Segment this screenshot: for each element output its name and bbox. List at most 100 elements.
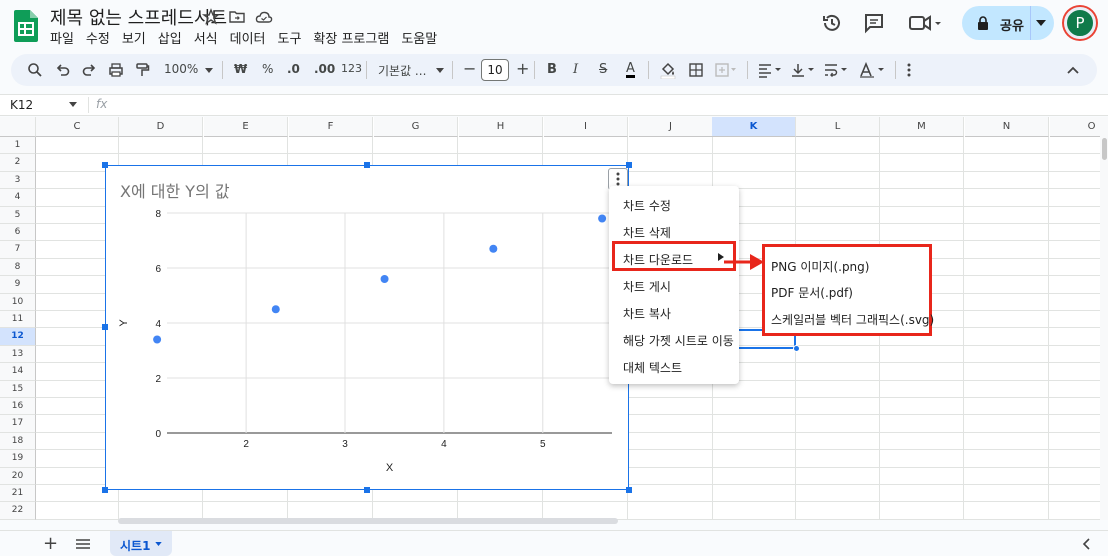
column-header-C[interactable]: C [36,117,119,137]
row-header-3[interactable]: 3 [0,171,36,190]
row-header-19[interactable]: 19 [0,450,36,468]
move-folder-icon[interactable] [227,7,247,27]
menu-format[interactable]: 서식 [194,28,218,47]
fill-handle[interactable] [793,345,800,352]
row-header-20[interactable]: 20 [0,467,36,485]
menu-item-publish-chart[interactable]: 차트 게시 [623,278,671,295]
text-wrapping-icon[interactable] [823,62,849,78]
row-header-1[interactable]: 1 [0,137,36,155]
vertical-scrollbar[interactable] [1100,117,1108,520]
undo-icon[interactable] [55,62,71,78]
merge-cells-icon[interactable] [714,62,738,78]
share-dropdown-icon[interactable] [1036,20,1046,26]
menu-help[interactable]: 도움말 [401,28,437,47]
bold-button[interactable]: B [547,62,557,77]
name-box[interactable]: K12 [10,98,33,112]
version-history-icon[interactable] [820,11,844,35]
row-header-2[interactable]: 2 [0,154,36,172]
sheets-logo-icon[interactable] [14,10,38,42]
row-header-12[interactable]: 12 [0,328,36,346]
fill-color-icon[interactable] [659,61,677,79]
column-header-N[interactable]: N [965,117,1049,137]
font-dropdown-icon[interactable] [436,68,444,73]
download-pdf[interactable]: PDF 문서(.pdf) [771,284,853,301]
zoom-select[interactable]: 100% [164,62,198,76]
row-header-13[interactable]: 13 [0,345,36,364]
row-header-9[interactable]: 9 [0,276,36,294]
menu-edit[interactable]: 수정 [86,28,110,47]
row-header-21[interactable]: 21 [0,485,36,503]
menu-item-copy-chart[interactable]: 차트 복사 [623,305,671,322]
row-header-5[interactable]: 5 [0,206,36,224]
column-header-O[interactable]: O [1050,117,1100,137]
download-png[interactable]: PNG 이미지(.png) [771,258,869,275]
row-header-17[interactable]: 17 [0,415,36,433]
row-header-18[interactable]: 18 [0,432,36,451]
name-box-dropdown-icon[interactable] [69,102,77,107]
column-header-I[interactable]: I [544,117,628,137]
menu-extensions[interactable]: 확장 프로그램 [313,28,389,47]
menu-item-edit-chart[interactable]: 차트 수정 [623,197,671,214]
row-header-22[interactable]: 22 [0,502,36,520]
font-size-increase-button[interactable]: + [516,59,529,78]
add-sheet-button[interactable]: + [43,533,58,554]
vertical-align-icon[interactable] [790,62,816,78]
user-avatar[interactable]: P [1064,7,1096,39]
row-header-10[interactable]: 10 [0,293,36,311]
font-size-decrease-button[interactable]: − [463,59,476,78]
collapse-toolbar-icon[interactable] [1066,63,1080,77]
more-options-icon[interactable] [904,62,914,78]
search-menus-icon[interactable] [27,62,43,78]
column-header-F[interactable]: F [289,117,373,137]
italic-button[interactable]: I [573,62,578,77]
menu-insert[interactable]: 삽입 [158,28,182,47]
menu-file[interactable]: 파일 [50,28,74,47]
text-rotation-icon[interactable] [858,62,888,78]
menu-item-delete-chart[interactable]: 차트 삭제 [623,224,671,241]
comments-icon[interactable] [862,11,886,35]
column-header-H[interactable]: H [459,117,543,137]
star-icon[interactable] [201,7,221,27]
strikethrough-button[interactable]: S [599,62,607,77]
decrease-decimal-button[interactable]: .0 [287,62,300,76]
zoom-dropdown-icon[interactable] [205,68,213,73]
collapse-side-panel-icon[interactable] [1082,538,1092,550]
column-header-G[interactable]: G [374,117,458,137]
menu-view[interactable]: 보기 [122,28,146,47]
horizontal-align-icon[interactable] [757,62,783,78]
row-header-16[interactable]: 16 [0,398,36,416]
menu-data[interactable]: 데이터 [230,28,266,47]
menu-item-move-to-sheet[interactable]: 해당 가젯 시트로 이동 [623,332,734,349]
font-family-select[interactable]: 기본값 ... [378,62,426,79]
redo-icon[interactable] [81,62,97,78]
number-format-button[interactable]: 123 [341,62,362,75]
increase-decimal-button[interactable]: .00 [314,62,335,76]
horizontal-scroll-thumb[interactable] [118,518,618,524]
all-sheets-icon[interactable] [76,538,90,550]
cloud-saved-icon[interactable] [254,7,274,27]
column-header-L[interactable]: L [796,117,880,137]
column-header-K[interactable]: K [712,117,796,137]
row-header-4[interactable]: 4 [0,189,36,207]
column-header-J[interactable]: J [629,117,713,137]
vertical-scroll-thumb[interactable] [1102,138,1107,160]
row-header-11[interactable]: 11 [0,311,36,329]
paint-format-icon[interactable] [134,62,150,78]
row-header-6[interactable]: 6 [0,224,36,242]
menu-item-alt-text[interactable]: 대체 텍스트 [623,359,682,376]
meet-video-icon[interactable] [908,11,944,35]
select-all-corner[interactable] [0,117,36,137]
row-header-14[interactable]: 14 [0,363,36,381]
row-header-15[interactable]: 15 [0,380,36,398]
column-header-D[interactable]: D [119,117,203,137]
menu-tools[interactable]: 도구 [278,28,302,47]
row-header-8[interactable]: 8 [0,258,36,277]
text-color-button[interactable]: A [626,62,635,78]
print-icon[interactable] [108,62,124,78]
currency-format-button[interactable]: ₩ [234,62,247,76]
row-header-7[interactable]: 7 [0,241,36,259]
download-svg[interactable]: 스케일러블 벡터 그래픽스(.svg) [771,311,934,328]
column-header-E[interactable]: E [204,117,288,137]
column-header-M[interactable]: M [880,117,964,137]
borders-icon[interactable] [688,62,704,78]
